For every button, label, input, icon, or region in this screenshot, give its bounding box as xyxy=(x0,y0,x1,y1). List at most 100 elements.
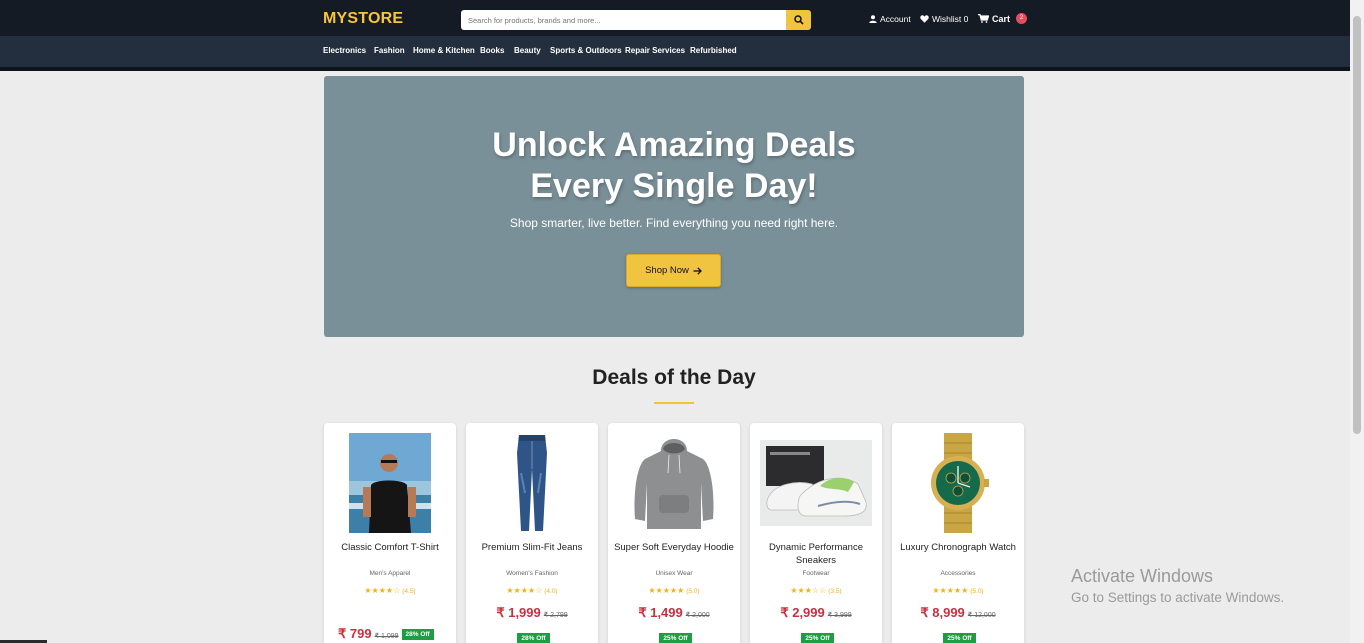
cart-icon xyxy=(978,14,989,23)
page-scrollbar[interactable] xyxy=(1350,0,1364,643)
discount-row: 25% Off xyxy=(608,630,740,643)
discount-badge: 28% Off xyxy=(517,633,550,643)
product-image[interactable] xyxy=(324,431,456,535)
product-price: ₹ 1,999 xyxy=(496,605,541,620)
hoodie-photo xyxy=(634,439,714,529)
rating-value: (4.0) xyxy=(544,588,558,595)
discount-row: 28% Off xyxy=(466,630,598,643)
section-underline xyxy=(654,402,694,404)
product-price: ₹ 8,999 xyxy=(920,605,965,620)
product-price-row: ₹ 2,999 ₹ 3,999 xyxy=(750,605,882,621)
product-rating: ★★★★☆ (4.0) xyxy=(466,586,598,595)
rating-value: (3.5) xyxy=(828,588,842,595)
product-category: Footwear xyxy=(802,570,830,577)
cart-count-badge: 2 xyxy=(1016,13,1028,24)
discount-badge: 25% Off xyxy=(943,633,976,643)
search-button[interactable] xyxy=(786,10,811,30)
rating-value: (4.5) xyxy=(402,588,416,595)
activate-windows-watermark: Activate Windows Go to Settings to activ… xyxy=(1071,566,1284,605)
product-price-row: ₹ 1,499 ₹ 2,000 xyxy=(608,605,740,621)
arrow-right-icon xyxy=(693,266,702,275)
user-icon xyxy=(869,15,877,23)
product-name[interactable]: Luxury Chronograph Watch xyxy=(898,541,1018,554)
wishlist-link[interactable]: Wishlist 0 xyxy=(920,14,968,24)
watermark-title: Activate Windows xyxy=(1071,566,1214,586)
hero-banner: Unlock Amazing Deals Every Single Day! Sh… xyxy=(324,76,1024,337)
product-old-price: ₹ 2,799 xyxy=(543,612,568,619)
discount-badge: 25% Off xyxy=(801,633,834,643)
category-repair-services[interactable]: Repair Services xyxy=(625,46,685,55)
product-old-price: ₹ 3,999 xyxy=(827,612,852,619)
category-sports-outdoors[interactable]: Sports & Outdoors xyxy=(550,46,622,55)
cart-label: Cart xyxy=(992,13,1011,24)
rating-value: (5.0) xyxy=(686,588,700,595)
product-card-sneakers[interactable]: Dynamic Performance Sneakers Footwear ★★… xyxy=(750,423,882,643)
cart-link[interactable]: Cart 2 xyxy=(978,13,1028,24)
search-icon xyxy=(793,15,804,25)
hero-subtitle: Shop smarter, live better. Find everythi… xyxy=(509,216,839,230)
product-image[interactable] xyxy=(750,431,882,535)
category-home-kitchen[interactable]: Home & Kitchen xyxy=(413,46,475,55)
product-old-price: ₹ 1,099 xyxy=(374,633,399,640)
product-price: ₹ 1,499 xyxy=(638,605,683,620)
product-rating: ★★★★★ (5.0) xyxy=(892,586,1024,595)
search-bar xyxy=(461,10,811,30)
product-category: Men's Apparel xyxy=(369,570,411,577)
category-refurbished[interactable]: Refurbished xyxy=(690,46,737,55)
product-price: ₹ 799 xyxy=(338,626,372,641)
product-image[interactable] xyxy=(608,431,740,535)
category-books[interactable]: Books xyxy=(480,46,504,55)
shop-now-label: Shop Now xyxy=(645,265,689,276)
product-card-hoodie[interactable]: Super Soft Everyday Hoodie Unisex Wear ★… xyxy=(608,423,740,643)
product-name[interactable]: Premium Slim-Fit Jeans xyxy=(472,541,592,554)
product-category: Unisex Wear xyxy=(655,570,693,577)
product-card-watch[interactable]: Luxury Chronograph Watch Accessories ★★★… xyxy=(892,423,1024,643)
account-label: Account xyxy=(880,14,911,24)
account-link[interactable]: Account xyxy=(869,14,911,24)
hero-title: Unlock Amazing Deals Every Single Day! xyxy=(324,125,1024,207)
discount-badge: 28% Off xyxy=(401,629,434,641)
search-input[interactable] xyxy=(461,10,786,30)
product-image[interactable] xyxy=(892,431,1024,535)
category-electronics[interactable]: Electronics xyxy=(323,46,366,55)
product-price: ₹ 2,999 xyxy=(780,605,825,620)
product-category: Accessories xyxy=(940,570,976,577)
product-rating: ★★★★★ (5.0) xyxy=(608,586,740,595)
star-rating-icon: ★★★★☆ xyxy=(506,586,543,595)
product-price-row: ₹ 1,999 ₹ 2,799 xyxy=(466,605,598,621)
store-logo[interactable]: MYSTORE xyxy=(323,10,403,28)
heart-icon xyxy=(920,15,929,23)
product-image[interactable] xyxy=(466,431,598,535)
star-rating-icon: ★★★☆☆ xyxy=(790,586,827,595)
tshirt-photo xyxy=(349,433,431,533)
wishlist-label: Wishlist 0 xyxy=(932,14,969,24)
star-rating-icon: ★★★★★ xyxy=(648,586,685,595)
product-card-jeans[interactable]: Premium Slim-Fit Jeans Women's Fashion ★… xyxy=(466,423,598,643)
product-name[interactable]: Super Soft Everyday Hoodie xyxy=(614,541,734,554)
product-rating: ★★★★☆ (4.5) xyxy=(324,586,456,595)
category-beauty[interactable]: Beauty xyxy=(514,46,541,55)
discount-row: 25% Off xyxy=(750,630,882,643)
hero-title-line1: Unlock Amazing Deals xyxy=(492,126,856,164)
product-card-tshirt[interactable]: Classic Comfort T-Shirt Men's Apparel ★★… xyxy=(324,423,456,643)
header-divider xyxy=(0,67,1350,71)
star-rating-icon: ★★★★★ xyxy=(932,586,969,595)
product-rating: ★★★☆☆ (3.5) xyxy=(750,586,882,595)
discount-badge: 25% Off xyxy=(659,633,692,643)
jeans-photo xyxy=(517,435,547,531)
watch-photo xyxy=(931,433,989,533)
product-name[interactable]: Dynamic Performance Sneakers xyxy=(756,541,876,567)
product-name[interactable]: Classic Comfort T-Shirt xyxy=(330,541,450,554)
product-category: Women's Fashion xyxy=(506,570,558,577)
product-price-row: ₹ 799 ₹ 1,099 28% Off xyxy=(338,626,456,642)
hero-title-line2: Every Single Day! xyxy=(530,167,818,205)
shop-now-button[interactable]: Shop Now xyxy=(626,254,721,287)
rating-value: (5.0) xyxy=(970,588,984,595)
discount-row: 25% Off xyxy=(892,630,1024,643)
product-old-price: ₹ 12,000 xyxy=(967,612,996,619)
product-old-price: ₹ 2,000 xyxy=(685,612,710,619)
category-fashion[interactable]: Fashion xyxy=(374,46,405,55)
section-title: Deals of the Day xyxy=(592,366,756,389)
star-rating-icon: ★★★★☆ xyxy=(364,586,401,595)
scrollbar-thumb[interactable] xyxy=(1353,16,1361,434)
